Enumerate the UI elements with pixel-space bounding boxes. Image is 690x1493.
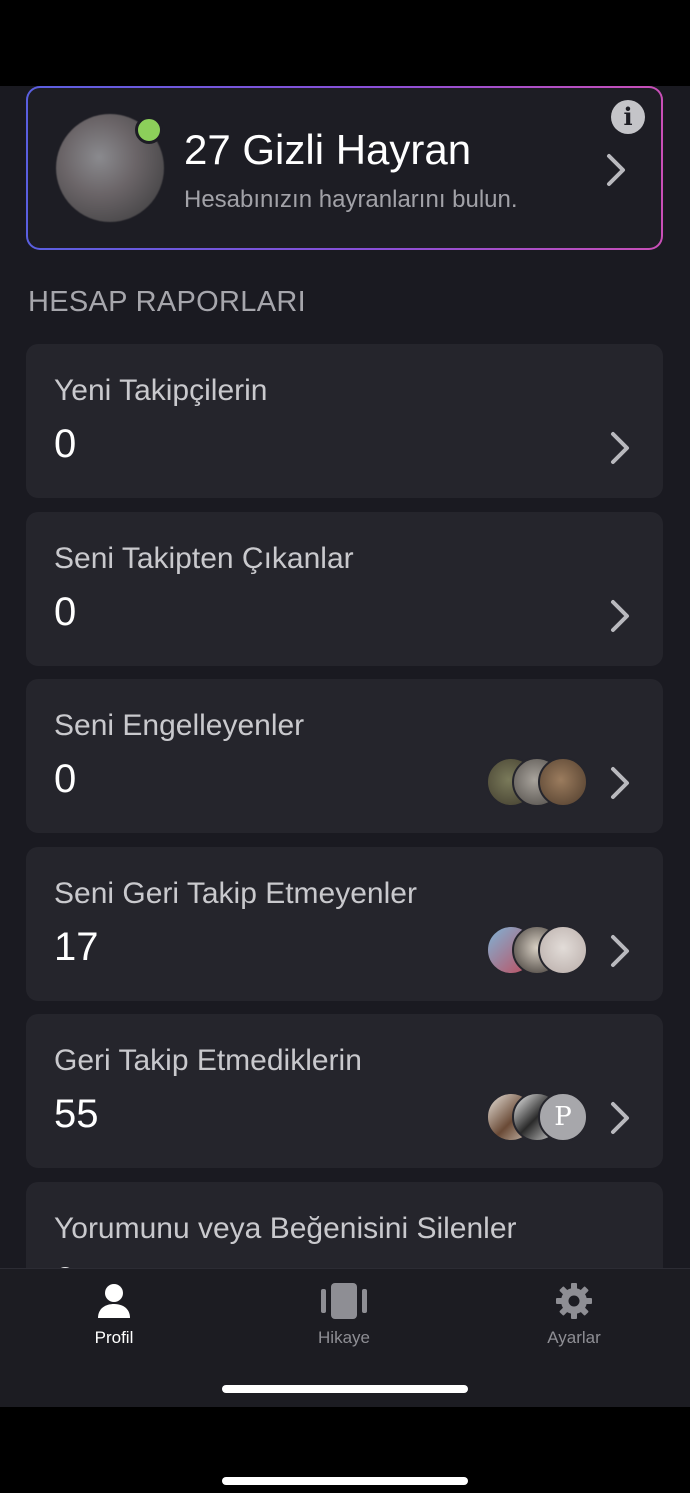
avatar <box>538 925 588 975</box>
gear-icon <box>556 1283 592 1319</box>
report-label: Geri Takip Etmediklerin <box>54 1044 362 1077</box>
avatar <box>538 757 588 807</box>
online-status-dot <box>135 116 163 144</box>
report-value: 0 <box>54 590 77 634</box>
report-label: Yorumunu veya Beğenisini Silenler <box>54 1212 517 1245</box>
report-value: 0 <box>54 757 77 801</box>
tab-label: Profil <box>94 1328 134 1347</box>
person-icon <box>98 1284 130 1318</box>
avatar-stack <box>486 925 590 975</box>
tab-label: Hikaye <box>318 1328 370 1347</box>
secret-admirers-subtitle: Hesabınızın hayranlarını bulun. <box>184 186 518 213</box>
report-card-not-following-back[interactable]: Seni Geri Takip Etmeyenler 17 <box>26 847 663 1001</box>
report-value: 55 <box>54 1092 99 1136</box>
home-indicator[interactable] <box>222 1477 468 1485</box>
tab-settings[interactable]: Ayarlar <box>494 1269 654 1369</box>
chevron-right-icon <box>607 154 625 186</box>
report-card-you-dont-follow-back[interactable]: Geri Takip Etmediklerin 55 P <box>26 1014 663 1168</box>
report-label: Yeni Takipçilerin <box>54 374 268 407</box>
avatar-stack <box>486 757 590 807</box>
report-card-unfollowers[interactable]: Seni Takipten Çıkanlar 0 <box>26 512 663 666</box>
report-label: Seni Engelleyenler <box>54 709 305 742</box>
secret-admirers-title: 27 Gizli Hayran <box>184 126 472 173</box>
report-value: 17 <box>54 925 99 969</box>
chevron-right-icon <box>611 1102 629 1134</box>
info-icon[interactable]: i <box>611 100 645 134</box>
secret-admirers-card-inner: 27 Gizli Hayran Hesabınızın hayranlarını… <box>28 88 661 248</box>
tab-bar: Profil Hikaye Ayarlar <box>0 1268 690 1407</box>
section-title: HESAP RAPORLARI <box>28 286 306 318</box>
stories-icon <box>321 1283 367 1319</box>
avatar: P <box>538 1092 588 1142</box>
avatar-stack: P <box>486 1092 590 1142</box>
bottom-bar-area <box>0 1407 690 1493</box>
app-screen: 27 Gizli Hayran Hesabınızın hayranlarını… <box>0 86 690 1407</box>
report-card-new-followers[interactable]: Yeni Takipçilerin 0 <box>26 344 663 498</box>
report-card-blockers[interactable]: Seni Engelleyenler 0 <box>26 679 663 833</box>
chevron-right-icon <box>611 935 629 967</box>
secret-admirers-card[interactable]: 27 Gizli Hayran Hesabınızın hayranlarını… <box>26 86 663 250</box>
tab-profile[interactable]: Profil <box>34 1269 194 1369</box>
tab-label: Ayarlar <box>547 1328 601 1347</box>
chevron-right-icon <box>611 600 629 632</box>
status-bar-area <box>0 0 690 86</box>
tab-stories[interactable]: Hikaye <box>264 1269 424 1369</box>
report-label: Seni Geri Takip Etmeyenler <box>54 877 417 910</box>
report-value: 0 <box>54 422 77 466</box>
home-indicator[interactable] <box>222 1385 468 1393</box>
chevron-right-icon <box>611 432 629 464</box>
chevron-right-icon <box>611 767 629 799</box>
report-label: Seni Takipten Çıkanlar <box>54 542 354 575</box>
